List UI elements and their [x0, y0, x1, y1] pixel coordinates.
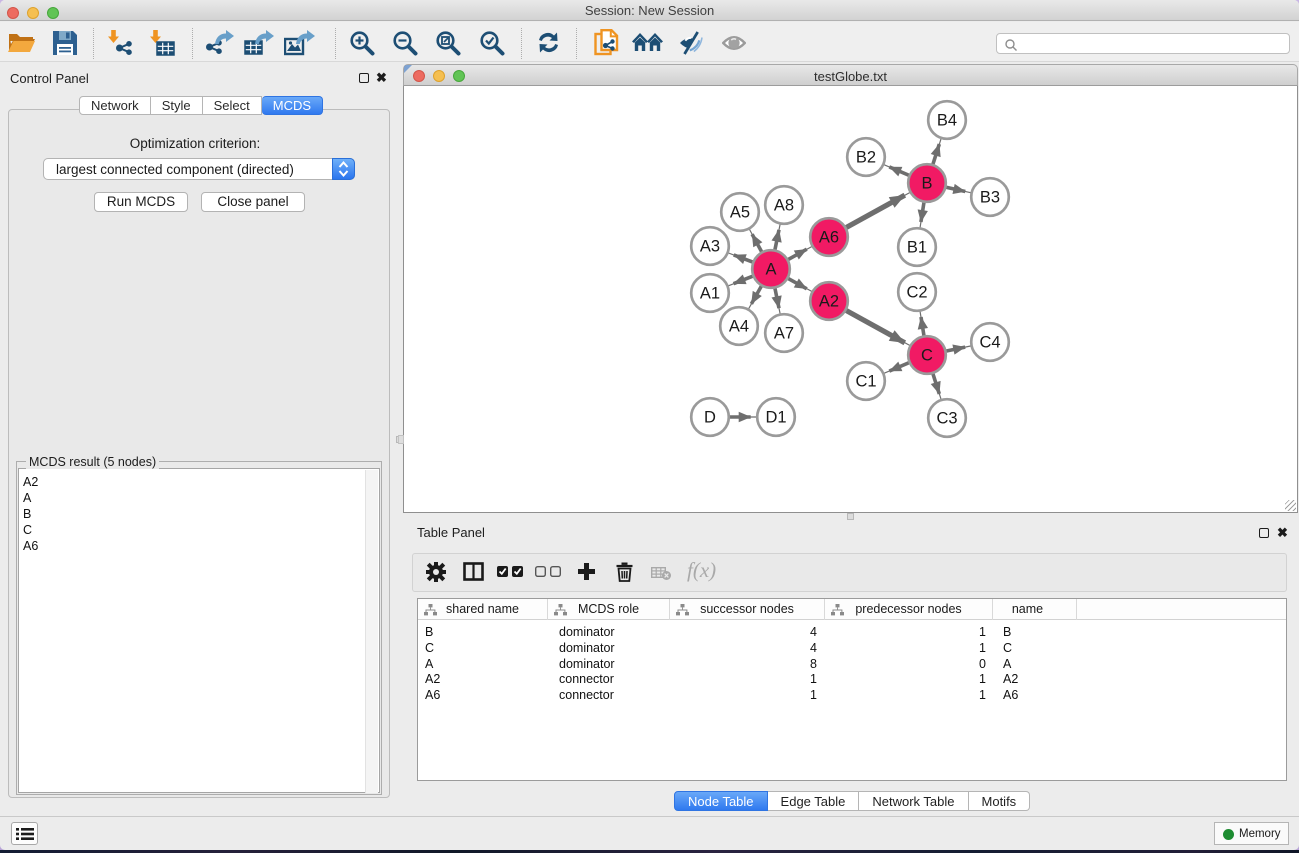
svg-text:C2: C2	[906, 284, 927, 302]
svg-text:A2: A2	[819, 293, 839, 311]
svg-text:A5: A5	[730, 204, 750, 222]
svg-text:A: A	[765, 261, 776, 279]
svg-text:B: B	[921, 175, 932, 193]
svg-text:C4: C4	[979, 334, 1000, 352]
svg-text:A7: A7	[774, 325, 794, 343]
svg-text:A6: A6	[819, 229, 839, 247]
svg-text:A4: A4	[729, 318, 749, 336]
svg-text:B3: B3	[980, 189, 1000, 207]
svg-text:B1: B1	[907, 239, 927, 257]
svg-text:A8: A8	[774, 197, 794, 215]
svg-text:B4: B4	[937, 112, 957, 130]
svg-text:C1: C1	[855, 373, 876, 391]
svg-text:A3: A3	[700, 238, 720, 256]
svg-text:A1: A1	[700, 285, 720, 303]
svg-text:D: D	[704, 409, 716, 427]
svg-text:C3: C3	[936, 410, 957, 428]
svg-text:B2: B2	[856, 149, 876, 167]
svg-text:D1: D1	[765, 409, 786, 427]
svg-text:C: C	[921, 347, 933, 365]
